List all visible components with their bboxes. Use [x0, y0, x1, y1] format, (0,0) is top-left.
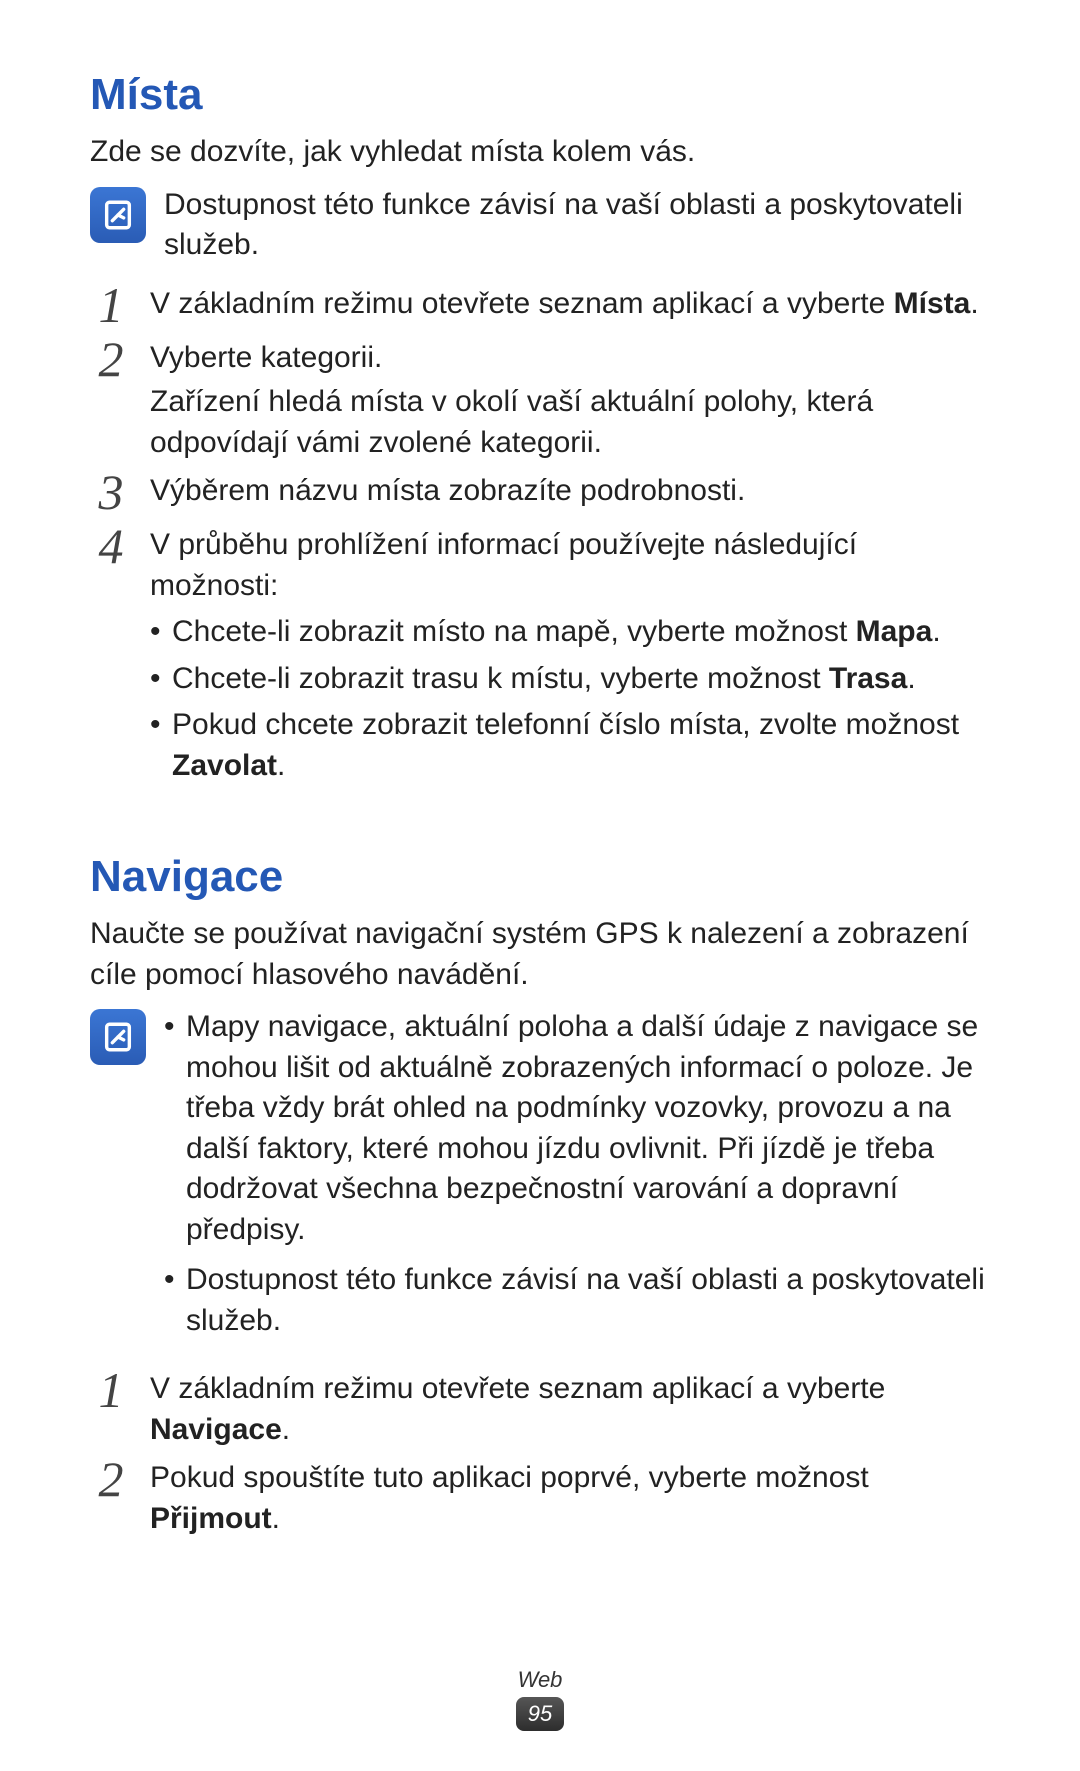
step-text-post: .: [282, 1413, 290, 1446]
note-body: Mapy navigace, aktuální poloha a další ú…: [164, 1007, 990, 1351]
note-icon: [90, 1009, 146, 1065]
section-mista: Místa Zde se dozvíte, jak vyhledat místa…: [90, 70, 990, 792]
step-text-post: .: [272, 1502, 280, 1535]
heading-mista: Místa: [90, 70, 990, 120]
step-number: 2: [90, 1454, 132, 1504]
note-bullets: Mapy navigace, aktuální poloha a další ú…: [164, 1007, 990, 1341]
note-text: Dostupnost této funkce závisí na vaší ob…: [164, 185, 990, 266]
step-1-nav: 1 V základním režimu otevřete seznam apl…: [90, 1369, 990, 1450]
bold-mapa: Mapa: [856, 615, 933, 648]
step-lead: V průběhu prohlížení informací používejt…: [150, 525, 990, 606]
bullet-mapa: Chcete-li zobrazit místo na mapě, vybert…: [150, 612, 990, 653]
note-navigace: Mapy navigace, aktuální poloha a další ú…: [90, 1007, 990, 1351]
note-mista: Dostupnost této funkce závisí na vaší ob…: [90, 185, 990, 266]
step-text: V základním režimu otevřete seznam aplik…: [150, 1372, 885, 1405]
step-body: V základním režimu otevřete seznam aplik…: [150, 1369, 990, 1450]
manual-page: Místa Zde se dozvíte, jak vyhledat místa…: [0, 0, 1080, 1771]
step-text: Pokud spouštíte tuto aplikaci poprvé, vy…: [150, 1461, 869, 1494]
page-footer: Web 95: [0, 1667, 1080, 1731]
bold-mista: Místa: [894, 287, 971, 320]
intro-navigace: Naučte se používat navigační systém GPS …: [90, 914, 990, 995]
bullet-zavolat: Pokud chcete zobrazit telefonní číslo mí…: [150, 705, 990, 786]
section-navigace: Navigace Naučte se používat navigační sy…: [90, 852, 990, 1539]
step-text: Vyberte kategorii.: [150, 338, 990, 379]
note-bullet-2: Dostupnost této funkce závisí na vaší ob…: [164, 1260, 990, 1341]
note-bullet-1: Mapy navigace, aktuální poloha a další ú…: [164, 1007, 990, 1250]
step-text: V základním režimu otevřete seznam aplik…: [150, 287, 894, 320]
page-number-badge: 95: [516, 1697, 564, 1731]
step-number: 3: [90, 467, 132, 517]
bullet-trasa: Chcete-li zobrazit trasu k místu, vybert…: [150, 659, 990, 700]
note-icon: [90, 187, 146, 243]
step-2-nav: 2 Pokud spouštíte tuto aplikaci poprvé, …: [90, 1458, 990, 1539]
bullet-post: .: [932, 615, 940, 648]
bullet-text: Chcete-li zobrazit místo na mapě, vybert…: [172, 615, 856, 648]
step-number: 4: [90, 521, 132, 571]
step-bullets: Chcete-li zobrazit místo na mapě, vybert…: [150, 612, 990, 786]
step-number: 2: [90, 334, 132, 384]
bullet-text: Chcete-li zobrazit trasu k místu, vybert…: [172, 662, 829, 695]
footer-section-label: Web: [0, 1667, 1080, 1693]
bold-navigace: Navigace: [150, 1413, 282, 1446]
bold-trasa: Trasa: [829, 662, 907, 695]
bullet-post: .: [277, 749, 285, 782]
step-4: 4 V průběhu prohlížení informací používe…: [90, 525, 990, 792]
step-body: Výběrem názvu místa zobrazíte podrobnost…: [150, 471, 990, 512]
step-body: Pokud spouštíte tuto aplikaci poprvé, vy…: [150, 1458, 990, 1539]
bold-zavolat: Zavolat: [172, 749, 277, 782]
heading-navigace: Navigace: [90, 852, 990, 902]
step-body: Vyberte kategorii. Zařízení hledá místa …: [150, 338, 990, 464]
step-body: V základním režimu otevřete seznam aplik…: [150, 284, 990, 325]
bullet-post: .: [907, 662, 915, 695]
step-3: 3 Výběrem názvu místa zobrazíte podrobno…: [90, 471, 990, 517]
step-number: 1: [90, 280, 132, 330]
step-text-post: .: [970, 287, 978, 320]
bullet-text: Pokud chcete zobrazit telefonní číslo mí…: [172, 708, 959, 741]
step-2: 2 Vyberte kategorii. Zařízení hledá míst…: [90, 338, 990, 464]
intro-mista: Zde se dozvíte, jak vyhledat místa kolem…: [90, 132, 990, 173]
step-body: V průběhu prohlížení informací používejt…: [150, 525, 990, 792]
step-number: 1: [90, 1365, 132, 1415]
step-subtext: Zařízení hledá místa v okolí vaší aktuál…: [150, 382, 990, 463]
step-1: 1 V základním režimu otevřete seznam apl…: [90, 284, 990, 330]
bold-prijmout: Přijmout: [150, 1502, 272, 1535]
